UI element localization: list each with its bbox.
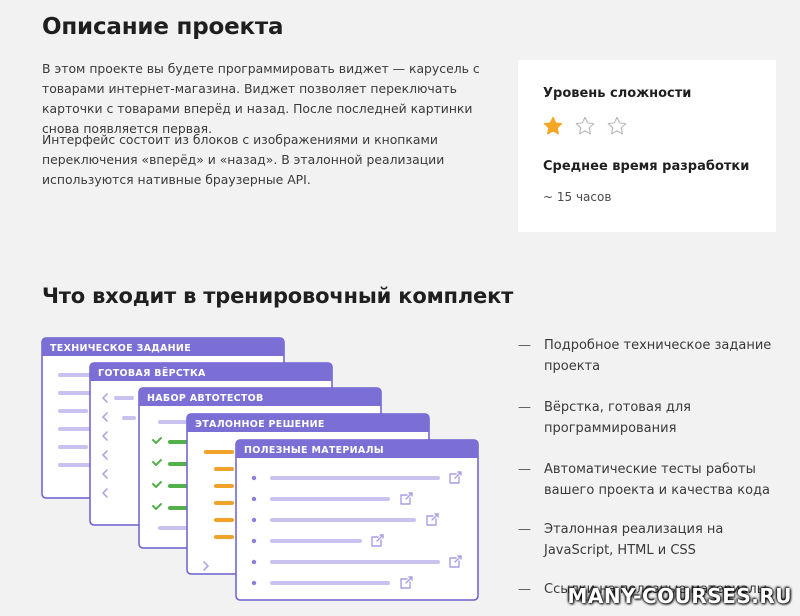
list-item: — Эталонная реализация на JavaScript, HT… (518, 519, 788, 561)
dash-marker: — (518, 400, 531, 415)
list-item: — Автоматические тесты работы вашего про… (518, 459, 788, 501)
window-useful-materials: ПОЛЕЗНЫЕ МАТЕРИАЛЫ (235, 439, 479, 601)
list-item-text: Эталонная реализация на JavaScript, HTML… (544, 522, 724, 558)
window-title: НАБОР АВТОТЕСТОВ (147, 393, 264, 404)
window-title: ЭТАЛОННОЕ РЕШЕНИЕ (195, 419, 325, 430)
dash-marker: — (518, 338, 531, 353)
list-item-text: Подробное техническое задание проекта (544, 338, 772, 374)
window-title: ПОЛЕЗНЫЕ МАТЕРИАЛЫ (244, 445, 384, 456)
list-item: — Вёрстка, готовая для программирования (518, 397, 788, 439)
window-title: ТЕХНИЧЕСКОЕ ЗАДАНИЕ (50, 343, 191, 354)
dash-marker: — (518, 522, 531, 537)
dash-marker: — (518, 582, 531, 597)
list-item-text: Автоматические тесты работы вашего проек… (544, 462, 770, 498)
window-title: ГОТОВАЯ ВЁРСТКА (98, 368, 206, 379)
list-item: — Подробное техническое задание проекта (518, 335, 788, 377)
list-item-text: Вёрстка, готовая для программирования (544, 400, 691, 436)
watermark: MANY-COURSES.RU (567, 584, 792, 608)
dash-marker: — (518, 462, 531, 477)
